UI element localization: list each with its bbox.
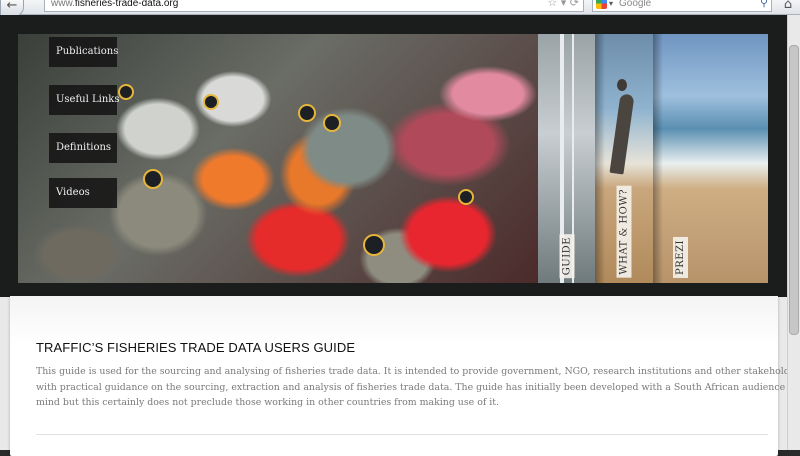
fish-eye-decoration	[203, 94, 219, 110]
fish-eye-decoration	[118, 84, 134, 100]
person-head-decoration	[617, 79, 627, 91]
site-header: Publications Useful Links Definitions Vi…	[0, 15, 787, 297]
intro-line: mind but this certainly does not preclud…	[36, 397, 500, 409]
nav-item-useful-links[interactable]: Useful Links	[49, 85, 119, 115]
panel-guide[interactable]: GUIDE	[538, 34, 595, 283]
search-bar[interactable]: ▾ Google ⚲	[592, 0, 772, 12]
panel-guide-label: GUIDE	[559, 233, 574, 278]
panel-what-and-how[interactable]: WHAT & HOW?	[595, 34, 653, 283]
divider	[36, 434, 768, 435]
scrollbar-thumb[interactable]	[789, 45, 799, 335]
intro-line: with practical guidance on the sourcing,…	[36, 381, 798, 393]
intro-paragraph: This guide is used for the sourcing and …	[36, 364, 800, 411]
search-placeholder: Google	[619, 0, 652, 9]
bookmark-star-icon[interactable]: ☆ ▾ ⟳	[547, 0, 579, 10]
back-arrow-icon: ←	[6, 0, 18, 13]
url-prefix: www.	[51, 0, 75, 9]
intro-line: This guide is used for the sourcing and …	[36, 366, 800, 377]
nav-item-videos[interactable]: Videos	[49, 178, 117, 208]
panel-prezi-label: PREZI	[673, 237, 688, 278]
page-title: TRAFFIC’S FISHERIES TRADE DATA USERS GUI…	[36, 340, 356, 355]
home-button[interactable]: ⌂	[776, 0, 800, 14]
panel-shade-decoration	[595, 34, 605, 283]
fish-eye-decoration	[363, 234, 385, 256]
person-figure-decoration	[609, 93, 635, 175]
url-domain: fisheries-trade-data.org	[74, 0, 179, 9]
google-logo-icon	[596, 0, 607, 9]
fish-eye-decoration	[458, 189, 474, 205]
fish-eye-decoration	[143, 169, 163, 189]
search-engine-dropdown-icon[interactable]: ▾	[609, 0, 613, 11]
nav-item-publications[interactable]: Publications	[49, 37, 118, 67]
panel-shade-decoration	[653, 34, 663, 283]
browser-toolbar: ← www.fisheries-trade-data.org ☆ ▾ ⟳ ▾ G…	[0, 0, 800, 17]
panel-prezi[interactable]: PREZI	[653, 34, 768, 283]
panel-what-label: WHAT & HOW?	[616, 186, 632, 278]
home-icon: ⌂	[783, 0, 793, 12]
fish-eye-decoration	[298, 104, 316, 122]
card-header-fade	[10, 296, 778, 346]
magnifier-icon[interactable]: ⚲	[760, 0, 768, 10]
address-bar[interactable]: www.fisheries-trade-data.org ☆ ▾ ⟳	[44, 0, 584, 12]
nav-item-definitions[interactable]: Definitions	[49, 133, 117, 163]
page-scrollbar[interactable]	[787, 15, 800, 450]
fish-eye-decoration	[323, 114, 341, 132]
